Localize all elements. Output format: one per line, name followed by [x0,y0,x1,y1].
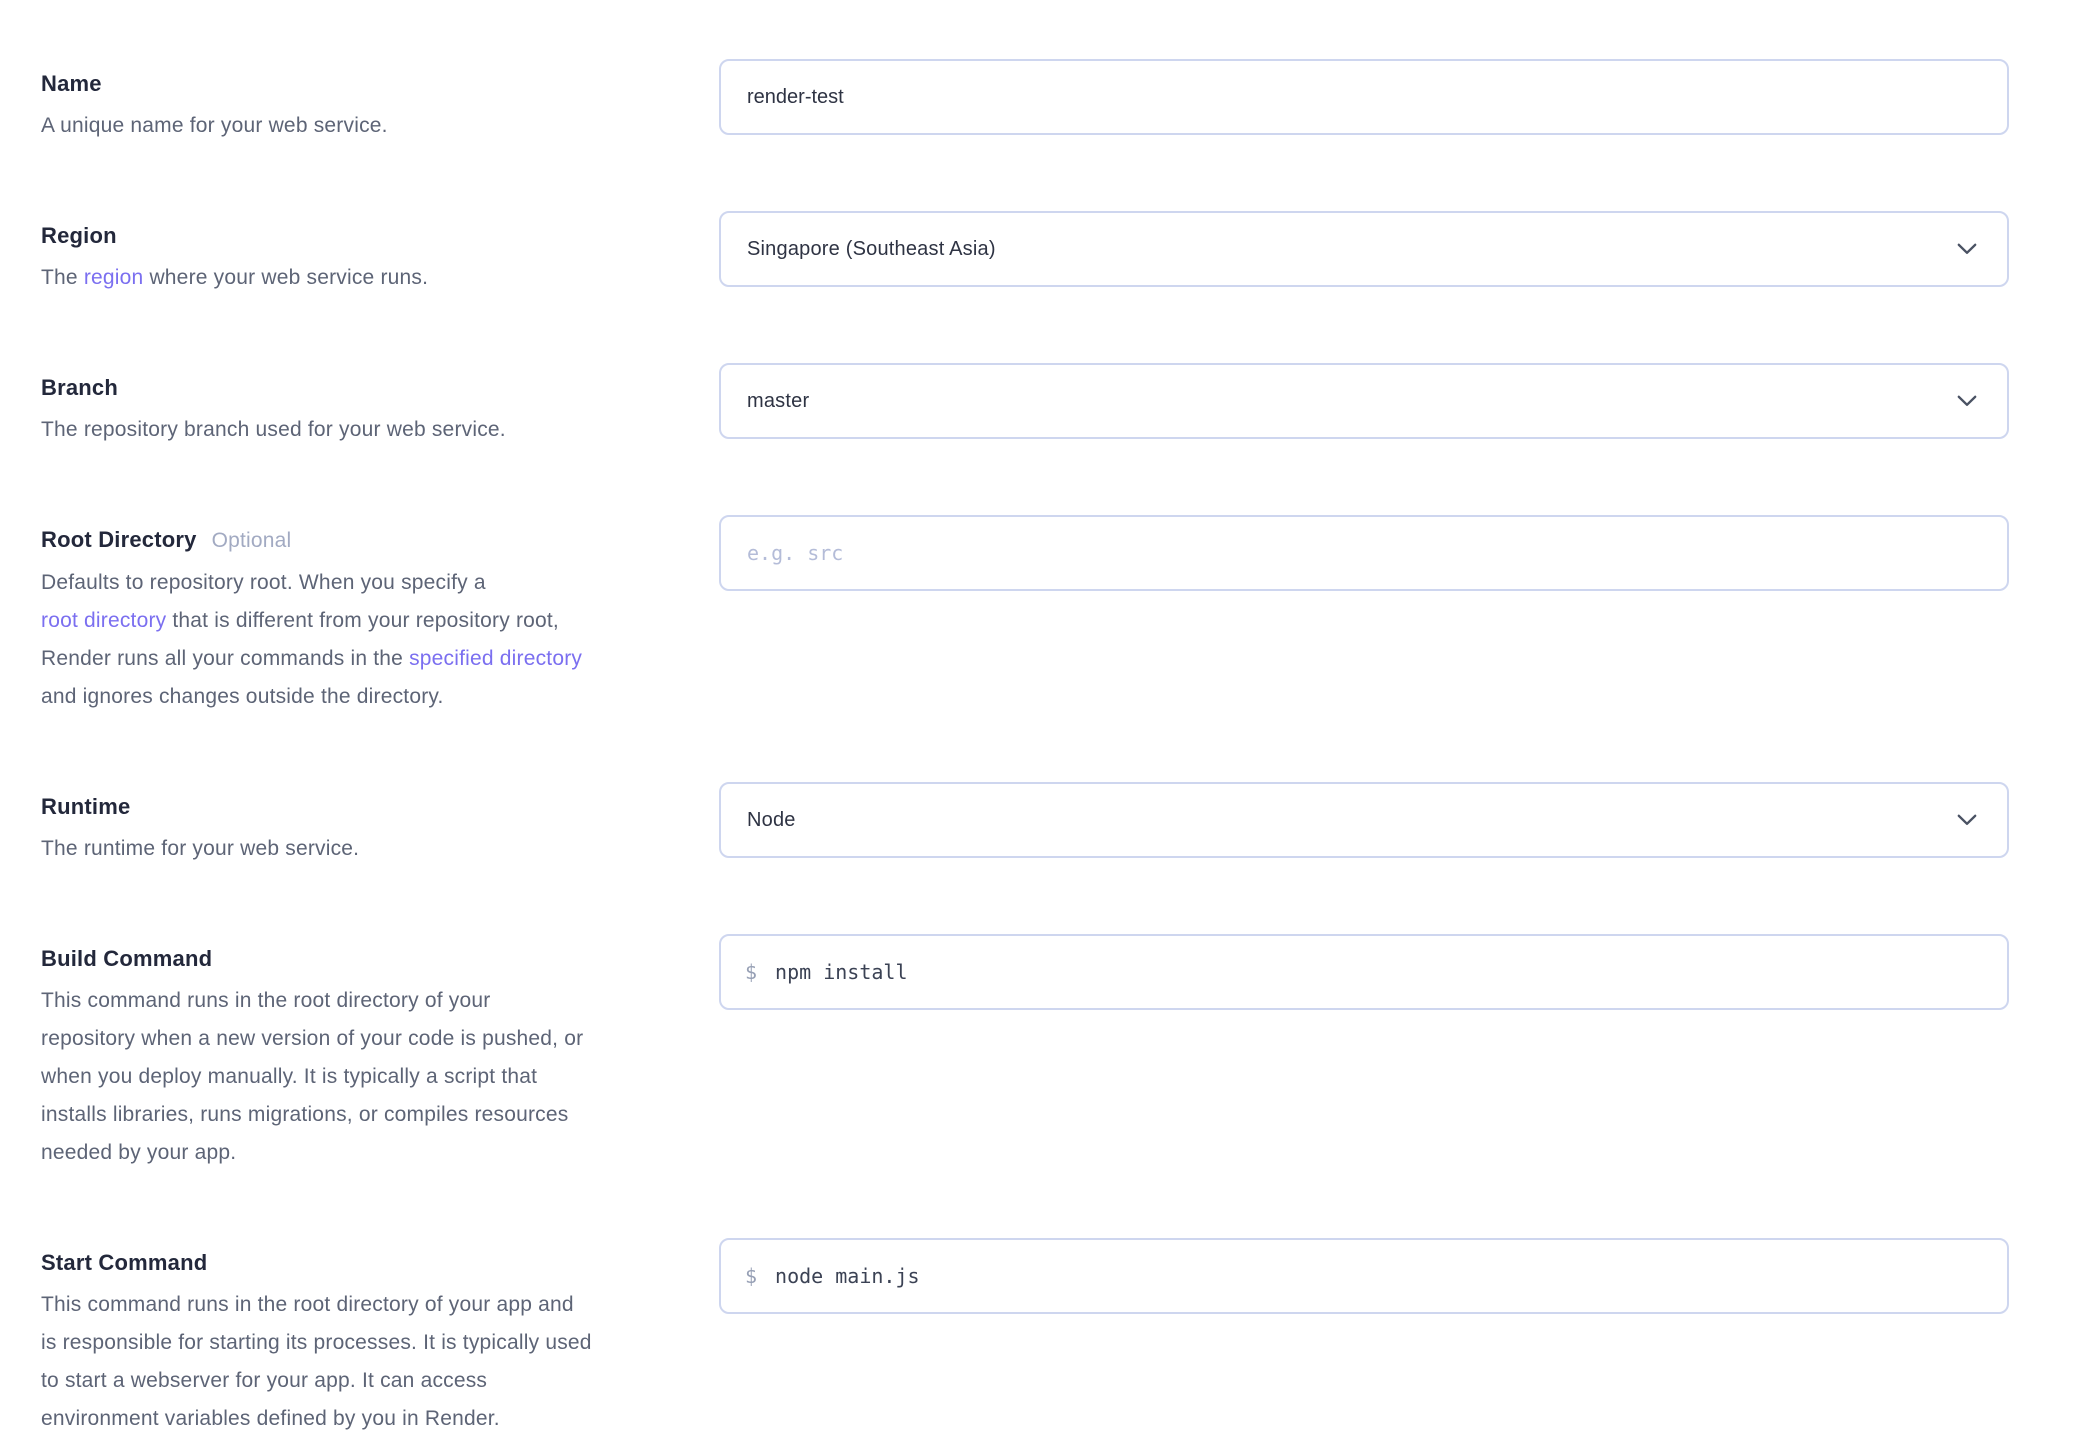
runtime-label: Runtime [41,792,130,822]
name-label: Name [41,69,102,99]
field-row-start-command: Start Command This command runs in the r… [41,1238,2009,1438]
build-command-label-block: Build Command This command runs in the r… [41,934,719,1172]
branch-label: Branch [41,373,118,403]
chevron-down-icon [1957,814,1977,826]
region-description-text: where your web service runs. [143,266,428,289]
name-input[interactable] [719,59,2009,135]
build-command-box: $ [719,934,2009,1010]
branch-select-value: master [747,390,809,413]
runtime-select-value: Node [747,809,796,832]
runtime-description: The runtime for your web service. [41,830,689,868]
chevron-down-icon [1957,395,1977,407]
region-description: The region where your web service runs. [41,259,689,297]
start-command-input[interactable] [775,1264,1983,1288]
root-directory-description-text: and ignores changes outside the director… [41,685,444,708]
field-row-root-directory: Root Directory Optional Defaults to repo… [41,515,2009,716]
root-directory-label: Root Directory [41,525,197,555]
chevron-down-icon [1957,243,1977,255]
field-row-build-command: Build Command This command runs in the r… [41,934,2009,1172]
region-select-value: Singapore (Southeast Asia) [747,238,996,261]
start-command-label-block: Start Command This command runs in the r… [41,1238,719,1438]
start-command-label: Start Command [41,1248,207,1278]
branch-description: The repository branch used for your web … [41,411,689,449]
region-description-text: The [41,266,84,289]
runtime-select[interactable]: Node [719,782,2009,858]
name-description: A unique name for your web service. [41,107,689,145]
branch-select[interactable]: master [719,363,2009,439]
region-select[interactable]: Singapore (Southeast Asia) [719,211,2009,287]
build-command-input[interactable] [775,960,1983,984]
field-row-runtime: Runtime The runtime for your web service… [41,782,2009,868]
start-command-description: This command runs in the root directory … [41,1286,689,1438]
command-prompt: $ [745,1264,757,1288]
specified-directory-link[interactable]: specified directory [409,647,582,670]
root-directory-description-text: Defaults to repository root. When you sp… [41,571,486,594]
build-command-label: Build Command [41,944,212,974]
field-row-region: Region The region where your web service… [41,211,2009,297]
command-prompt: $ [745,960,757,984]
root-directory-input[interactable] [719,515,2009,591]
optional-badge: Optional [212,526,292,556]
root-directory-label-block: Root Directory Optional Defaults to repo… [41,515,719,716]
region-label-block: Region The region where your web service… [41,211,719,297]
root-directory-link[interactable]: root directory [41,609,166,632]
branch-label-block: Branch The repository branch used for yo… [41,363,719,449]
field-row-name: Name A unique name for your web service. [41,59,2009,145]
region-label: Region [41,221,117,251]
region-link[interactable]: region [84,266,144,289]
name-label-block: Name A unique name for your web service. [41,59,719,145]
build-command-description: This command runs in the root directory … [41,982,689,1172]
start-command-box: $ [719,1238,2009,1314]
runtime-label-block: Runtime The runtime for your web service… [41,782,719,868]
root-directory-description: Defaults to repository root. When you sp… [41,564,689,716]
field-row-branch: Branch The repository branch used for yo… [41,363,2009,449]
web-service-settings-form: Name A unique name for your web service.… [0,0,2082,1392]
